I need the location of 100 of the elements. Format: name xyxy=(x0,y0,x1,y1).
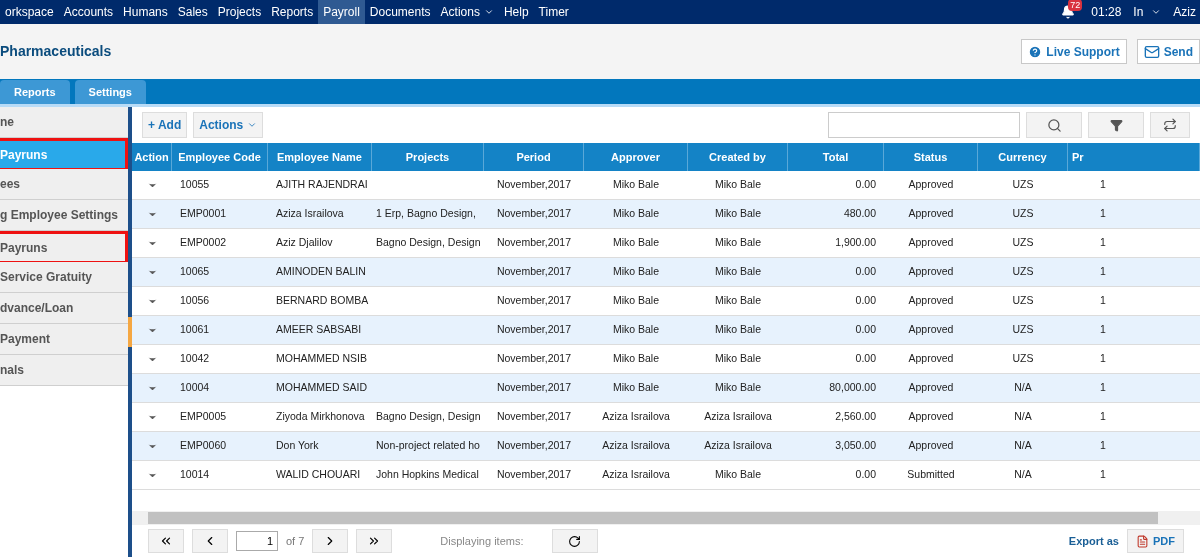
nav-link[interactable]: orkspace xyxy=(0,0,59,24)
sidebar-item[interactable]: Payruns xyxy=(0,231,128,262)
table-cell: Approved xyxy=(908,381,954,394)
page-field[interactable]: 1 xyxy=(236,531,278,551)
sidebar-item[interactable]: Payment xyxy=(0,324,128,355)
export-label: Export as xyxy=(1068,533,1119,549)
nav-link[interactable]: Actions xyxy=(435,0,499,24)
pager-button[interactable] xyxy=(356,529,393,553)
pdf-button[interactable]: PDF xyxy=(1127,529,1184,553)
table-cell: UZS xyxy=(1012,236,1034,249)
filter-icon xyxy=(1109,118,1123,132)
user-name[interactable]: Aziz xyxy=(1173,3,1196,21)
table-cell: UZS xyxy=(1012,178,1034,191)
table-cell: Miko Bale xyxy=(612,236,660,249)
nav-link[interactable]: Payroll xyxy=(318,0,365,24)
table-cell: November,2017 xyxy=(496,468,572,481)
caret-icon xyxy=(247,120,258,130)
table-cell: 10056 xyxy=(180,294,210,307)
header-button[interactable]: Send xyxy=(1136,39,1200,64)
table-cell: November,2017 xyxy=(496,294,572,307)
search-field[interactable] xyxy=(828,112,1020,138)
refresh-button[interactable] xyxy=(551,529,598,553)
table-cell: Miko Bale xyxy=(612,178,660,191)
table-cell: WALID CHOUARI xyxy=(276,468,361,481)
displaying-items: Displaying items: xyxy=(440,533,524,549)
header-button[interactable]: Live Support xyxy=(1021,39,1127,64)
clock-status[interactable]: In xyxy=(1133,3,1144,21)
add-button[interactable]: + Add xyxy=(142,112,188,138)
filter-button[interactable] xyxy=(1088,112,1144,138)
table-cell: 0.00 xyxy=(855,323,876,336)
table-cell: Miko Bale xyxy=(612,323,660,336)
scrollbar-thumb[interactable] xyxy=(148,512,1158,524)
table-cell: Approved xyxy=(908,439,954,452)
table-cell: UZS xyxy=(1012,352,1034,365)
table-cell: AJITH RAJENDRAI xyxy=(276,178,368,191)
table-cell: November,2017 xyxy=(496,323,572,336)
nav-link[interactable]: Reports xyxy=(266,0,319,24)
caret-icon[interactable] xyxy=(1151,7,1162,17)
table-cell: Aziza Israilova xyxy=(602,439,670,452)
table-cell: Ziyoda Mirkhonova xyxy=(276,410,365,423)
search-button[interactable] xyxy=(1026,112,1082,138)
table-cell: Miko Bale xyxy=(714,236,762,249)
nav-link[interactable]: Humans xyxy=(118,0,173,24)
table-cell: MOHAMMED NSIB xyxy=(276,352,367,365)
table-cell: 1 xyxy=(1100,410,1106,423)
table-cell: Don York xyxy=(276,439,319,452)
table-cell: 0.00 xyxy=(855,178,876,191)
table-cell: EMP0002 xyxy=(180,236,227,249)
nav-link[interactable]: Documents xyxy=(364,0,436,24)
table-cell: Aziza Israilova xyxy=(276,207,344,220)
link-button[interactable] xyxy=(1150,112,1190,138)
actions-button[interactable]: Actions xyxy=(193,112,264,138)
nav-link[interactable]: Projects xyxy=(212,0,267,24)
horizontal-scrollbar[interactable] xyxy=(132,511,1200,525)
table-cell: UZS xyxy=(1012,207,1034,220)
nav-link[interactable]: Timer xyxy=(533,0,574,24)
envelope-icon xyxy=(1143,43,1160,60)
sidebar-item[interactable]: ne xyxy=(0,107,128,138)
table-cell: 1 xyxy=(1100,439,1106,452)
sidebar-item[interactable]: g Employee Settings xyxy=(0,200,128,231)
table-cell: EMP0005 xyxy=(180,410,227,423)
table-cell: 1,900.00 xyxy=(835,236,876,249)
table-cell: 1 xyxy=(1100,294,1106,307)
table-cell: 1 xyxy=(1100,236,1106,249)
nav-link[interactable]: Accounts xyxy=(58,0,119,24)
table-cell: 10061 xyxy=(180,323,210,336)
table-cell: 1 xyxy=(1100,468,1106,481)
help-icon xyxy=(1028,44,1043,59)
table-cell: Approved xyxy=(908,410,954,423)
pager-button[interactable] xyxy=(148,529,184,553)
table-cell: UZS xyxy=(1012,323,1034,336)
sidebar-item[interactable]: Service Gratuity xyxy=(0,262,128,293)
table-cell: November,2017 xyxy=(496,439,572,452)
collapse-handle[interactable] xyxy=(128,317,132,347)
sidebar-item[interactable]: nals xyxy=(0,355,128,386)
table-cell: Miko Bale xyxy=(612,294,660,307)
table-cell: November,2017 xyxy=(496,178,572,191)
company-title: Pharmaceuticals xyxy=(0,42,112,61)
table-cell: UZS xyxy=(1012,265,1034,278)
table-cell: MOHAMMED SAID xyxy=(276,381,367,394)
table-cell: Miko Bale xyxy=(612,352,660,365)
table-cell: 1 xyxy=(1100,323,1106,336)
chevron-icon xyxy=(159,534,173,548)
table-cell: AMEER SABSABI xyxy=(276,323,362,336)
document-icon xyxy=(1136,534,1149,548)
table-cell: 10004 xyxy=(180,381,210,394)
table-cell: 2,560.00 xyxy=(835,410,876,423)
nav-link[interactable]: Help xyxy=(498,0,534,24)
table-cell: 0.00 xyxy=(855,468,876,481)
nav-link[interactable]: Sales xyxy=(172,0,213,24)
notification-badge: 72 xyxy=(1068,0,1083,11)
table-cell: 10055 xyxy=(180,178,210,191)
table-cell: Miko Bale xyxy=(612,207,660,220)
table-cell: Miko Bale xyxy=(714,381,762,394)
sidebar-item[interactable]: dvance/Loan xyxy=(0,293,128,324)
table-cell: Aziz Djalilov xyxy=(276,236,333,249)
sidebar-item[interactable]: ees xyxy=(0,169,128,200)
table-cell: Miko Bale xyxy=(612,381,660,394)
table-cell: Aziza Israilova xyxy=(704,439,772,452)
table-cell: Miko Bale xyxy=(714,294,762,307)
